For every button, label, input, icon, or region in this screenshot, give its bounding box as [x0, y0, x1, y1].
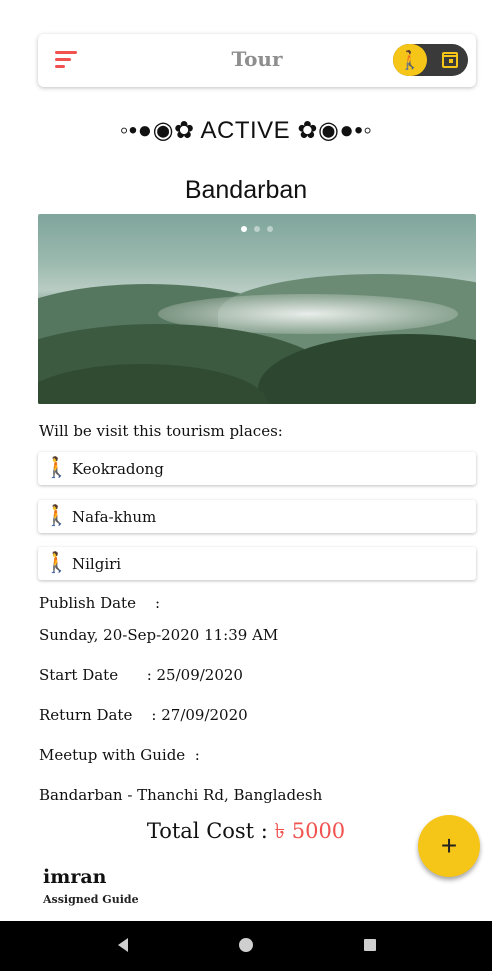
carousel-indicator	[38, 226, 476, 232]
place-item[interactable]: 🚶 Keokradong	[38, 452, 476, 485]
place-name: Keokradong	[72, 460, 164, 478]
place-item[interactable]: 🚶 Nilgiri	[38, 547, 476, 580]
hiking-icon: 🚶	[44, 505, 69, 527]
total-cost-amount: ৳ 5000	[275, 819, 346, 843]
meetup-location: Bandarban - Thanchi Rd, Bangladesh	[39, 786, 323, 804]
publish-date-value: Sunday, 20-Sep-2020 11:39 AM	[39, 626, 279, 644]
start-date: Start Date : 25/09/2020	[39, 666, 243, 684]
top-app-bar: Tour 🚶	[38, 34, 476, 87]
carousel-dot-2[interactable]	[254, 226, 260, 232]
hiking-icon: 🚶	[44, 552, 69, 574]
place-name: Nafa-khum	[72, 508, 157, 526]
calendar-icon[interactable]	[442, 52, 458, 68]
recent-apps-icon[interactable]	[364, 939, 376, 951]
place-name: Nilgiri	[72, 555, 122, 573]
view-toggle[interactable]: 🚶	[393, 44, 468, 76]
home-icon[interactable]	[239, 938, 253, 952]
tour-details-screen: Tour 🚶 ◦•●◉✿ ACTIVE ✿◉●•◦ Bandarban Will…	[0, 0, 492, 971]
destination-title: Bandarban	[184, 176, 308, 204]
guide-name: imran	[43, 866, 107, 888]
return-date: Return Date : 27/09/2020	[39, 706, 248, 724]
tour-status: ◦•●◉✿ ACTIVE ✿◉●•◦	[119, 117, 373, 144]
cost-value: 5000	[291, 819, 346, 843]
hiking-icon: 🚶	[44, 457, 69, 479]
carousel-dot-1[interactable]	[241, 226, 247, 232]
add-icon: +	[440, 830, 458, 861]
total-cost-label: Total Cost :	[146, 819, 275, 843]
system-nav-bar	[0, 921, 492, 971]
places-heading: Will be visit this tourism places:	[39, 422, 283, 440]
publish-date-label: Publish Date :	[39, 594, 161, 612]
guide-role: Assigned Guide	[43, 893, 139, 906]
carousel-dot-3[interactable]	[267, 226, 273, 232]
hiking-icon[interactable]: 🚶	[393, 44, 427, 76]
back-icon[interactable]	[118, 938, 128, 952]
currency-symbol: ৳	[274, 819, 286, 843]
meetup-label: Meetup with Guide :	[39, 746, 200, 764]
add-button[interactable]: +	[418, 815, 480, 877]
image-carousel[interactable]	[38, 214, 476, 404]
place-item[interactable]: 🚶 Nafa-khum	[38, 500, 476, 533]
